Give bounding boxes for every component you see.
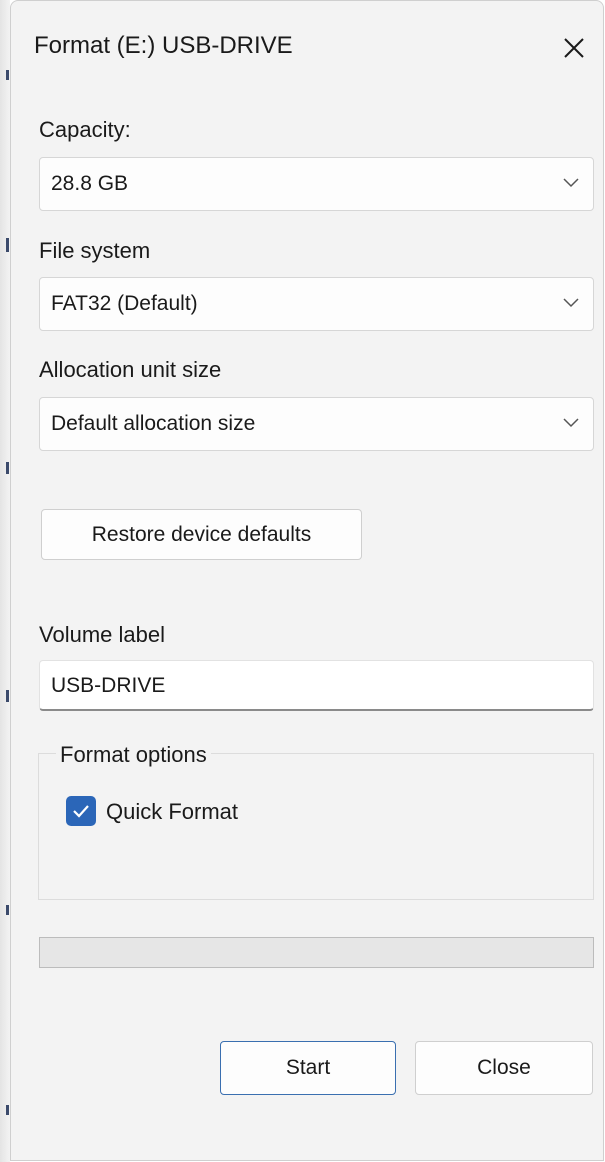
close-dialog-button[interactable]: Close xyxy=(415,1041,593,1095)
file-system-value: FAT32 (Default) xyxy=(51,292,198,315)
chevron-down-icon xyxy=(563,178,579,188)
volume-label-caption: Volume label xyxy=(39,622,165,647)
chevron-down-icon xyxy=(563,418,579,428)
capacity-value: 28.8 GB xyxy=(51,172,129,195)
dialog-title: Format (E:) USB-DRIVE xyxy=(34,32,293,59)
format-progress-bar xyxy=(39,937,594,968)
volume-label-value: USB-DRIVE xyxy=(51,674,166,697)
capacity-label: Capacity: xyxy=(39,117,131,142)
background-window-edge xyxy=(0,0,10,1162)
format-options-legend: Format options xyxy=(56,742,211,768)
restore-defaults-button[interactable]: Restore device defaults xyxy=(41,509,362,560)
file-system-dropdown[interactable]: FAT32 (Default) xyxy=(39,277,594,331)
format-options-group xyxy=(38,753,594,900)
allocation-unit-label: Allocation unit size xyxy=(39,357,222,382)
close-icon xyxy=(564,38,584,58)
close-button[interactable] xyxy=(559,33,589,63)
volume-label-input[interactable]: USB-DRIVE xyxy=(39,660,594,711)
file-system-label: File system xyxy=(39,238,151,263)
capacity-dropdown[interactable]: 28.8 GB xyxy=(39,157,594,211)
start-button[interactable]: Start xyxy=(220,1041,396,1095)
quick-format-label[interactable]: Quick Format xyxy=(106,799,238,825)
checkmark-icon xyxy=(73,805,89,818)
chevron-down-icon xyxy=(563,298,579,308)
allocation-unit-dropdown[interactable]: Default allocation size xyxy=(39,397,594,451)
title-bar: Format (E:) USB-DRIVE xyxy=(11,1,603,97)
allocation-unit-value: Default allocation size xyxy=(51,412,256,435)
format-dialog: Format (E:) USB-DRIVE Capacity: 28.8 GB … xyxy=(10,0,604,1161)
quick-format-checkbox[interactable] xyxy=(66,796,96,826)
